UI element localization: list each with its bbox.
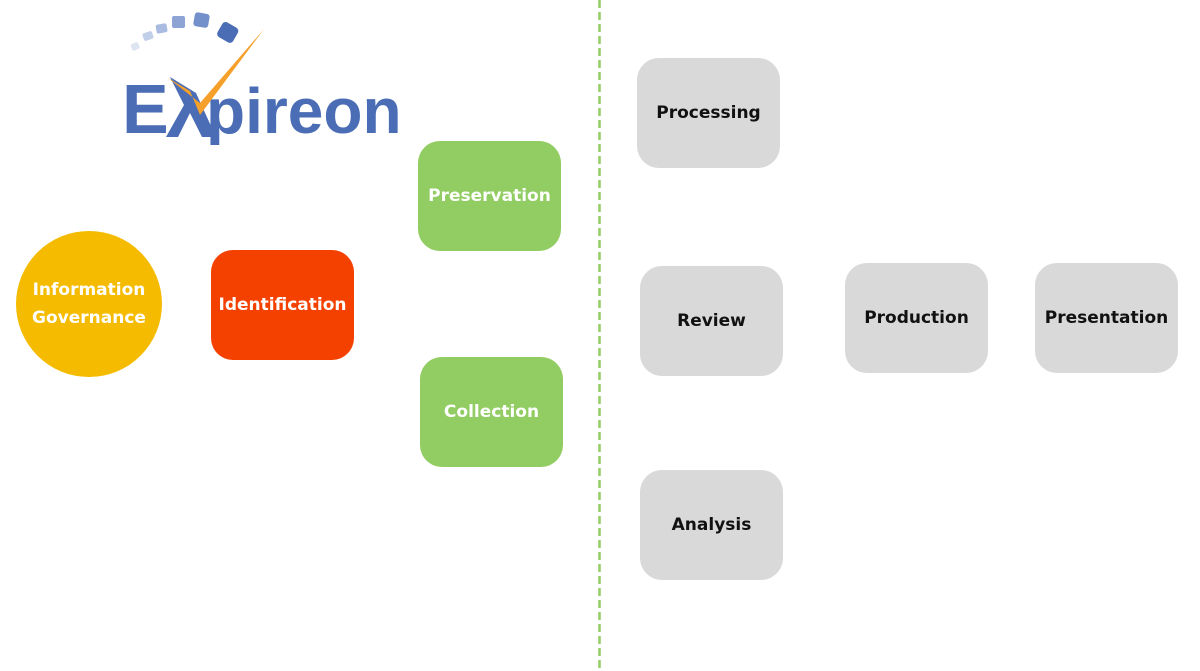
node-label: Presentation xyxy=(1044,308,1169,328)
node-identification: Identification xyxy=(211,250,354,360)
node-label-line1: Information xyxy=(32,280,146,300)
node-analysis: Analysis xyxy=(640,470,783,580)
node-information-governance: Information Governance xyxy=(16,231,162,377)
node-processing: Processing xyxy=(637,58,780,168)
node-presentation: Presentation xyxy=(1035,263,1178,373)
node-label: Preservation xyxy=(428,186,551,206)
node-preservation: Preservation xyxy=(418,141,561,251)
node-label: Collection xyxy=(443,402,540,422)
svg-text:pireon: pireon xyxy=(206,75,402,145)
node-label: Production xyxy=(864,308,969,328)
node-label: Review xyxy=(677,311,746,331)
node-label: Analysis xyxy=(671,515,752,535)
node-production: Production xyxy=(845,263,988,373)
svg-text:E: E xyxy=(122,70,169,145)
node-label-line2: Governance xyxy=(32,308,146,328)
node-label: Processing xyxy=(656,103,761,123)
expireon-logo: E pireon xyxy=(122,12,402,145)
divider-line xyxy=(598,0,601,671)
node-review: Review xyxy=(640,266,783,376)
node-label: Identification xyxy=(218,295,347,315)
node-collection: Collection xyxy=(420,357,563,467)
